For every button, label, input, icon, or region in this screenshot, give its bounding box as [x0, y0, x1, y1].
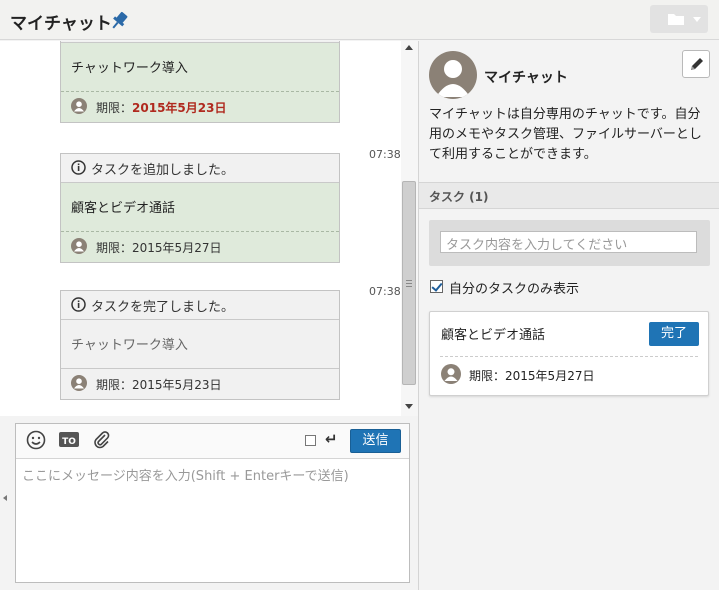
- task-section-title: タスク (1): [419, 182, 719, 209]
- pencil-icon: [691, 58, 703, 70]
- task-card-title: タスクを追加しました。: [91, 163, 235, 178]
- scroll-thumb[interactable]: [402, 181, 416, 385]
- scroll-up-arrow-icon[interactable]: [405, 45, 413, 50]
- task-card-footer: 期限：2015年5月23日: [61, 369, 339, 399]
- message-time: 07:38: [369, 148, 401, 161]
- grip-line: [406, 283, 412, 284]
- mine-only-checkbox[interactable]: [430, 280, 443, 293]
- message-time: 07:38: [369, 285, 401, 298]
- task-card-footer: 期限：2015年5月23日: [61, 92, 339, 122]
- task-message-card: タスクを完了しました。 チャットワーク導入 期限：2015年5月23日: [60, 290, 340, 400]
- task-card-body: 顧客とビデオ通話: [61, 183, 339, 232]
- mine-only-label[interactable]: 自分のタスクのみ表示: [449, 278, 579, 297]
- avatar-icon: [71, 238, 87, 254]
- task-input[interactable]: タスク内容を入力してください: [440, 231, 697, 253]
- file-folder-button[interactable]: [650, 5, 708, 33]
- smiley-icon[interactable]: [26, 430, 46, 454]
- send-button[interactable]: 送信: [350, 429, 401, 453]
- message-input[interactable]: ここにメッセージ内容を入力(Shift + Enterキーで送信): [22, 465, 349, 484]
- svg-text:TO: TO: [62, 437, 76, 447]
- task-message-card: タスクを追加しました。 顧客とビデオ通話 期限：2015年5月27日: [60, 153, 340, 263]
- chat-timeline[interactable]: チャットワーク導入 期限：2015年5月23日 07:38 タスクを追加しました…: [0, 41, 418, 416]
- avatar-icon: [71, 98, 87, 114]
- avatar-icon: [71, 375, 87, 391]
- user-avatar-icon: [436, 60, 470, 97]
- complete-task-button[interactable]: 完了: [649, 322, 699, 346]
- info-icon: [71, 160, 86, 175]
- message-composer: TO ↵ 送信 ここにメッセージ内容を入力(Shift + Enterキーで送信…: [15, 423, 410, 583]
- chevron-down-icon: [693, 17, 701, 22]
- due-date: 期限：2015年5月23日: [96, 378, 222, 392]
- task-item: 顧客とビデオ通話 完了 期限：2015年5月27日: [429, 311, 709, 396]
- due-date: 期限：2015年5月27日: [469, 369, 595, 383]
- collapse-left-icon[interactable]: [3, 495, 7, 501]
- enter-to-send-checkbox[interactable]: [305, 435, 316, 446]
- task-input-area: タスク内容を入力してください: [429, 220, 710, 266]
- task-card-body: チャットワーク導入: [61, 43, 339, 92]
- avatar-icon: [441, 364, 461, 384]
- task-card-header: タスクを完了しました。: [61, 291, 339, 320]
- task-card-footer: 期限：2015年5月27日: [61, 232, 339, 262]
- task-text: チャットワーク導入: [71, 338, 188, 353]
- info-icon: [71, 297, 86, 312]
- avatar: [429, 51, 477, 99]
- profile-name: マイチャット: [484, 70, 568, 86]
- task-text: チャットワーク導入: [71, 61, 188, 76]
- grip-line: [406, 280, 412, 281]
- room-info-panel: マイチャット マイチャットは自分専用のチャットです。自分用のメモやタスク管理、フ…: [419, 41, 719, 590]
- room-title: マイチャット: [10, 14, 112, 34]
- task-text: 顧客とビデオ通話: [71, 201, 176, 216]
- to-icon[interactable]: TO: [59, 430, 79, 454]
- grip-line: [406, 286, 412, 287]
- folder-icon: [668, 14, 684, 25]
- due-date: 期限：2015年5月27日: [96, 241, 222, 255]
- task-card-header: タスクを追加しました。: [61, 154, 339, 183]
- task-count: タスク (1): [429, 190, 489, 204]
- due-date: 期限：2015年5月23日: [96, 101, 227, 115]
- paperclip-icon[interactable]: [92, 430, 112, 454]
- task-text: 顧客とビデオ通話: [441, 328, 546, 343]
- room-header: マイチャット: [0, 0, 719, 40]
- divider: [440, 356, 698, 357]
- edit-room-button[interactable]: [682, 50, 710, 78]
- room-description: マイチャットは自分専用のチャットです。自分用のメモやタスク管理、ファイルサーバー…: [429, 107, 702, 162]
- pin-icon[interactable]: [109, 11, 129, 31]
- task-message-card: チャットワーク導入 期限：2015年5月23日: [60, 41, 340, 123]
- composer-toolbar: TO ↵ 送信: [16, 424, 409, 459]
- enter-icon: ↵: [325, 430, 338, 448]
- composer-area: TO ↵ 送信 ここにメッセージ内容を入力(Shift + Enterキーで送信…: [0, 416, 418, 590]
- task-card-title: タスクを完了しました。: [91, 300, 235, 315]
- timeline-scrollbar[interactable]: [401, 41, 418, 416]
- task-card-body: チャットワーク導入: [61, 320, 339, 369]
- scroll-down-arrow-icon[interactable]: [405, 404, 413, 409]
